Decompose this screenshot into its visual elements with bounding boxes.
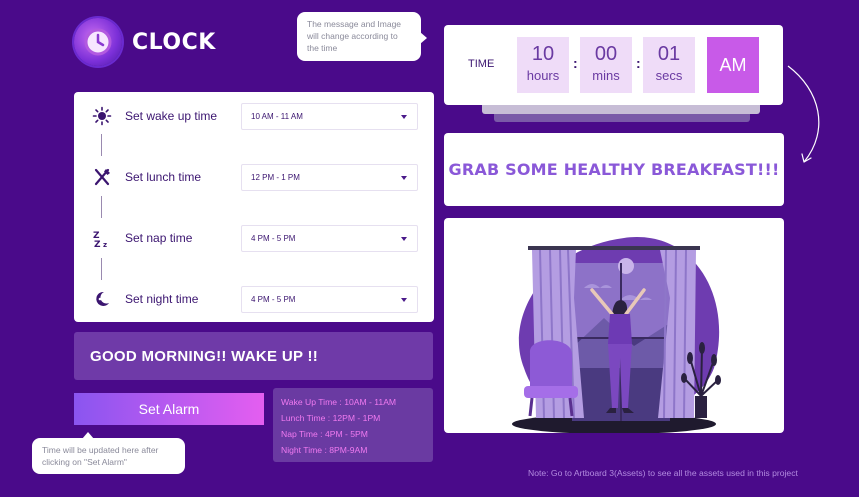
wake-time-select[interactable]: 10 AM - 11 AM — [241, 102, 418, 130]
nap-time-select[interactable]: 4 PM - 5 PM — [241, 224, 418, 252]
divider-line — [101, 258, 102, 280]
clock-icon — [74, 18, 122, 66]
sun-icon — [92, 106, 112, 126]
summary-wake: Wake Up Time : 10AM - 11AM — [281, 397, 397, 407]
clock-display: TIME 10 hours : 00 mins : 01 secs AM — [444, 25, 783, 105]
summary-lunch: Lunch Time : 12PM - 1PM — [281, 413, 381, 423]
summary-nap: Nap Time : 4PM - 5PM — [281, 429, 368, 439]
colon-separator: : — [573, 55, 578, 71]
setting-label-lunch: Set lunch time — [125, 170, 202, 184]
night-time-value: 4 PM - 5 PM — [251, 294, 296, 304]
setting-row-lunch: Set lunch time 12 PM - 1 PM — [74, 161, 434, 193]
night-time-select[interactable]: 4 PM - 5 PM — [241, 285, 418, 313]
fork-knife-icon — [92, 167, 112, 187]
time-message-card: GRAB SOME HEALTHY BREAKFAST!!! — [444, 133, 784, 206]
moon-icon — [92, 289, 112, 309]
set-alarm-button[interactable]: Set Alarm — [74, 393, 264, 425]
seconds-box: 01 secs — [643, 37, 695, 93]
time-label: TIME — [468, 58, 495, 70]
nap-time-value: 4 PM - 5 PM — [251, 233, 296, 243]
hours-unit: hours — [526, 68, 560, 83]
app-logo: CLOCK — [74, 18, 216, 66]
minutes-unit: mins — [592, 68, 620, 83]
curved-arrow-icon — [787, 65, 820, 163]
svg-text:Z: Z — [94, 240, 101, 248]
hours-box: 10 hours — [517, 37, 569, 93]
greeting-banner: GOOD MORNING!! WAKE UP !! — [74, 332, 433, 380]
setting-label-nap: Set nap time — [125, 231, 193, 245]
hours-value: 10 — [531, 43, 555, 65]
summary-night: Night Time : 8PM-9AM — [281, 445, 368, 455]
zzz-icon: Z Z z — [92, 228, 112, 248]
chevron-down-icon — [401, 236, 407, 241]
setting-row-nap: Z Z z Set nap time 4 PM - 5 PM — [74, 222, 434, 254]
divider-line — [101, 196, 102, 218]
time-settings-panel: Set wake up time 10 AM - 11 AM Set lunch… — [74, 92, 434, 322]
time-update-tooltip: Time will be updated here after clicking… — [32, 432, 185, 474]
seconds-unit: secs — [655, 68, 683, 83]
setting-label-night: Set night time — [125, 292, 199, 306]
footer-note: Note: Go to Artboard 3(Assets) to see al… — [528, 468, 798, 478]
setting-row-wake: Set wake up time 10 AM - 11 AM — [74, 100, 434, 132]
divider-line — [101, 134, 102, 156]
colon-separator: : — [636, 55, 641, 71]
alarm-summary: Wake Up Time : 10AM - 11AM Lunch Time : … — [273, 388, 433, 462]
image-message-tooltip: The message and Image will change accord… — [297, 12, 427, 61]
setting-row-night: Set night time 4 PM - 5 PM — [74, 283, 434, 315]
minutes-value: 00 — [594, 43, 618, 65]
setting-label-wake: Set wake up time — [125, 109, 218, 123]
time-message: GRAB SOME HEALTHY BREAKFAST!!! — [448, 160, 780, 179]
wake-time-value: 10 AM - 11 AM — [251, 111, 303, 121]
app-title: CLOCK — [132, 29, 216, 55]
lunch-time-value: 12 PM - 1 PM — [251, 172, 300, 182]
chevron-down-icon — [401, 114, 407, 119]
chevron-down-icon — [401, 175, 407, 180]
seconds-value: 01 — [657, 43, 681, 65]
minutes-box: 00 mins — [580, 37, 632, 93]
morning-illustration — [444, 218, 784, 433]
lunch-time-select[interactable]: 12 PM - 1 PM — [241, 163, 418, 191]
svg-text:z: z — [103, 241, 107, 248]
meridiem-box: AM — [707, 37, 759, 93]
chevron-down-icon — [401, 297, 407, 302]
